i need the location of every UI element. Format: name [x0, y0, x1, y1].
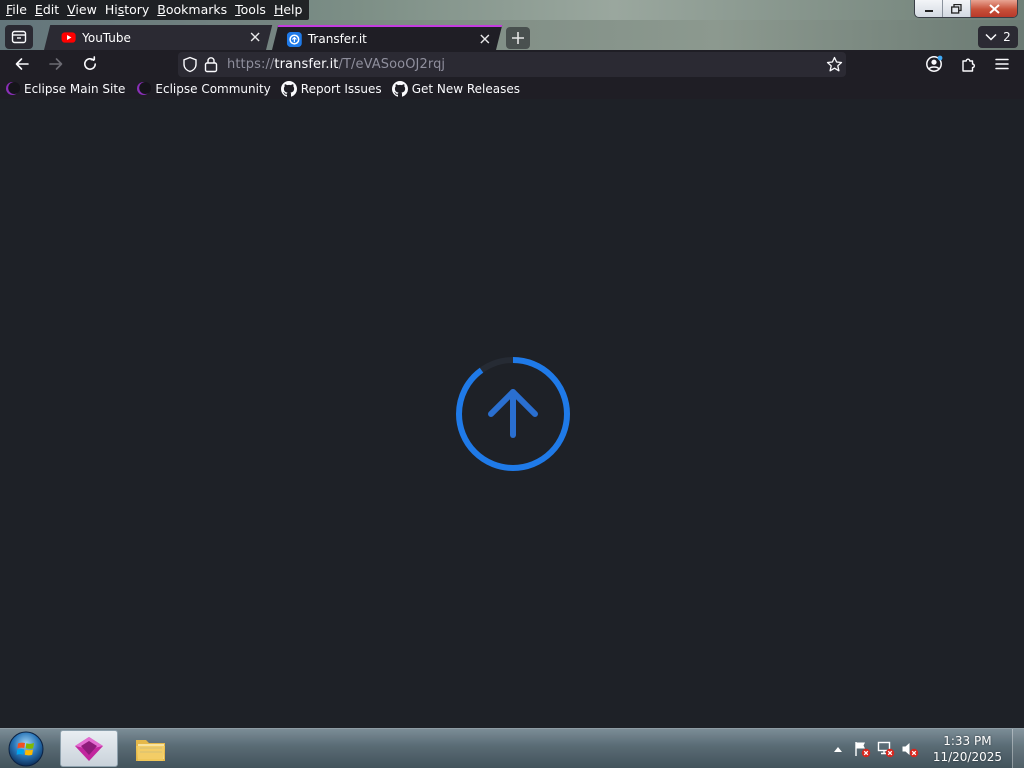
arrow-left-icon	[15, 58, 29, 70]
star-icon	[826, 56, 842, 71]
tab-youtube[interactable]: YouTube	[44, 25, 273, 50]
url-scheme: https://	[227, 57, 275, 72]
clock-time: 1:33 PM	[943, 734, 992, 748]
navigation-toolbar: https://transfer.it/T/eVASooOJ2rqj	[0, 50, 1024, 78]
upload-arrow-icon	[488, 389, 538, 438]
app-menu-button[interactable]	[990, 52, 1014, 76]
tab-count: 2	[1003, 30, 1011, 44]
list-all-tabs-button[interactable]: 2	[978, 26, 1018, 48]
window-titlebar: File Edit View History Bookmarks Tools H…	[0, 0, 1024, 20]
transfer-it-icon	[286, 32, 302, 47]
plus-icon	[512, 32, 524, 44]
lock-icon[interactable]	[204, 56, 218, 73]
close-button[interactable]	[971, 0, 1017, 17]
minimize-icon	[924, 9, 933, 12]
firefox-view-icon	[11, 30, 27, 44]
menu-history[interactable]: History	[101, 0, 153, 20]
new-tab-button[interactable]	[506, 27, 530, 49]
tab-strip: YouTube Transfer.it 2	[0, 20, 1024, 50]
volume-muted-icon	[902, 743, 919, 758]
back-button[interactable]	[10, 52, 34, 76]
action-center-warning-icon	[855, 742, 871, 758]
tab-transfer-it[interactable]: Transfer.it	[272, 25, 503, 50]
bookmark-label: Eclipse Community	[155, 81, 271, 96]
chevron-down-icon	[985, 33, 997, 41]
close-icon	[480, 34, 490, 44]
reload-button[interactable]	[78, 52, 102, 76]
bookmark-eclipse-community[interactable]: Eclipse Community	[135, 81, 271, 97]
github-icon	[280, 80, 297, 97]
bookmark-report-issues[interactable]: Report Issues	[280, 80, 382, 97]
reload-icon	[84, 56, 96, 70]
restore-icon	[951, 3, 962, 14]
show-hidden-icons-button[interactable]	[829, 740, 847, 758]
chevron-up-icon	[833, 747, 842, 752]
menu-bookmarks[interactable]: Bookmarks	[153, 0, 231, 20]
network-disconnected-icon	[877, 741, 895, 758]
close-icon	[250, 32, 260, 42]
taskbar: 1:33 PM 11/20/2025	[0, 728, 1024, 768]
action-center-button[interactable]	[853, 740, 871, 758]
menu-help[interactable]: Help	[270, 0, 307, 20]
bookmarks-toolbar: Eclipse Main Site Eclipse Community Repo…	[0, 78, 1024, 99]
eclipse-icon	[136, 82, 151, 95]
windows-start-icon	[8, 731, 44, 767]
browser-app-icon	[75, 736, 103, 761]
file-explorer-icon	[136, 739, 165, 761]
bookmark-label: Report Issues	[300, 81, 382, 96]
menu-tools[interactable]: Tools	[231, 0, 270, 20]
bookmark-label: Eclipse Main Site	[24, 81, 126, 96]
puzzle-icon	[961, 58, 975, 72]
arrow-right-icon	[49, 58, 63, 70]
window-controls	[914, 0, 1018, 18]
shield-icon[interactable]	[182, 56, 198, 73]
url-host: transfer.it	[274, 57, 339, 72]
restore-button[interactable]	[943, 0, 971, 17]
tab-title: Transfer.it	[307, 31, 367, 46]
taskbar-browser-button[interactable]	[60, 730, 118, 767]
url-text[interactable]: https://transfer.it/T/eVASooOJ2rqj	[227, 52, 445, 77]
url-path: /T/eVASooOJ2rqj	[338, 57, 446, 72]
bookmark-page-button[interactable]	[822, 52, 846, 76]
youtube-icon	[61, 32, 76, 43]
tab-title: YouTube	[82, 30, 131, 45]
account-button[interactable]	[922, 52, 946, 76]
menu-view[interactable]: View	[63, 0, 101, 20]
minimize-button[interactable]	[915, 0, 943, 17]
taskbar-explorer-button[interactable]	[122, 730, 180, 767]
page-content	[0, 99, 1024, 728]
extensions-button[interactable]	[956, 52, 980, 76]
menu-bar: File Edit View History Bookmarks Tools H…	[0, 0, 310, 20]
hamburger-menu-icon	[995, 58, 1009, 70]
system-tray: 1:33 PM 11/20/2025	[829, 729, 1002, 768]
address-bar[interactable]: https://transfer.it/T/eVASooOJ2rqj	[178, 52, 846, 77]
account-icon	[926, 55, 943, 72]
taskbar-clock[interactable]: 1:33 PM 11/20/2025	[933, 733, 1002, 765]
bookmark-label: Get New Releases	[411, 81, 521, 96]
github-icon	[391, 80, 408, 97]
network-button[interactable]	[877, 740, 895, 758]
menu-edit[interactable]: Edit	[31, 0, 63, 20]
volume-button[interactable]	[901, 740, 919, 758]
upload-progress-indicator	[454, 355, 572, 473]
clock-date: 11/20/2025	[932, 750, 1002, 764]
tab-close-button[interactable]	[247, 29, 263, 45]
tab-close-button[interactable]	[477, 31, 493, 47]
start-button[interactable]	[6, 730, 46, 768]
eclipse-icon	[5, 82, 20, 95]
forward-button[interactable]	[44, 52, 68, 76]
menu-file[interactable]: File	[2, 0, 31, 20]
bookmark-get-new-releases[interactable]: Get New Releases	[391, 80, 521, 97]
firefox-view-button[interactable]	[5, 25, 33, 49]
bookmark-eclipse-main-site[interactable]: Eclipse Main Site	[4, 81, 125, 97]
show-desktop-button[interactable]	[1012, 729, 1024, 768]
close-icon	[988, 3, 1000, 14]
